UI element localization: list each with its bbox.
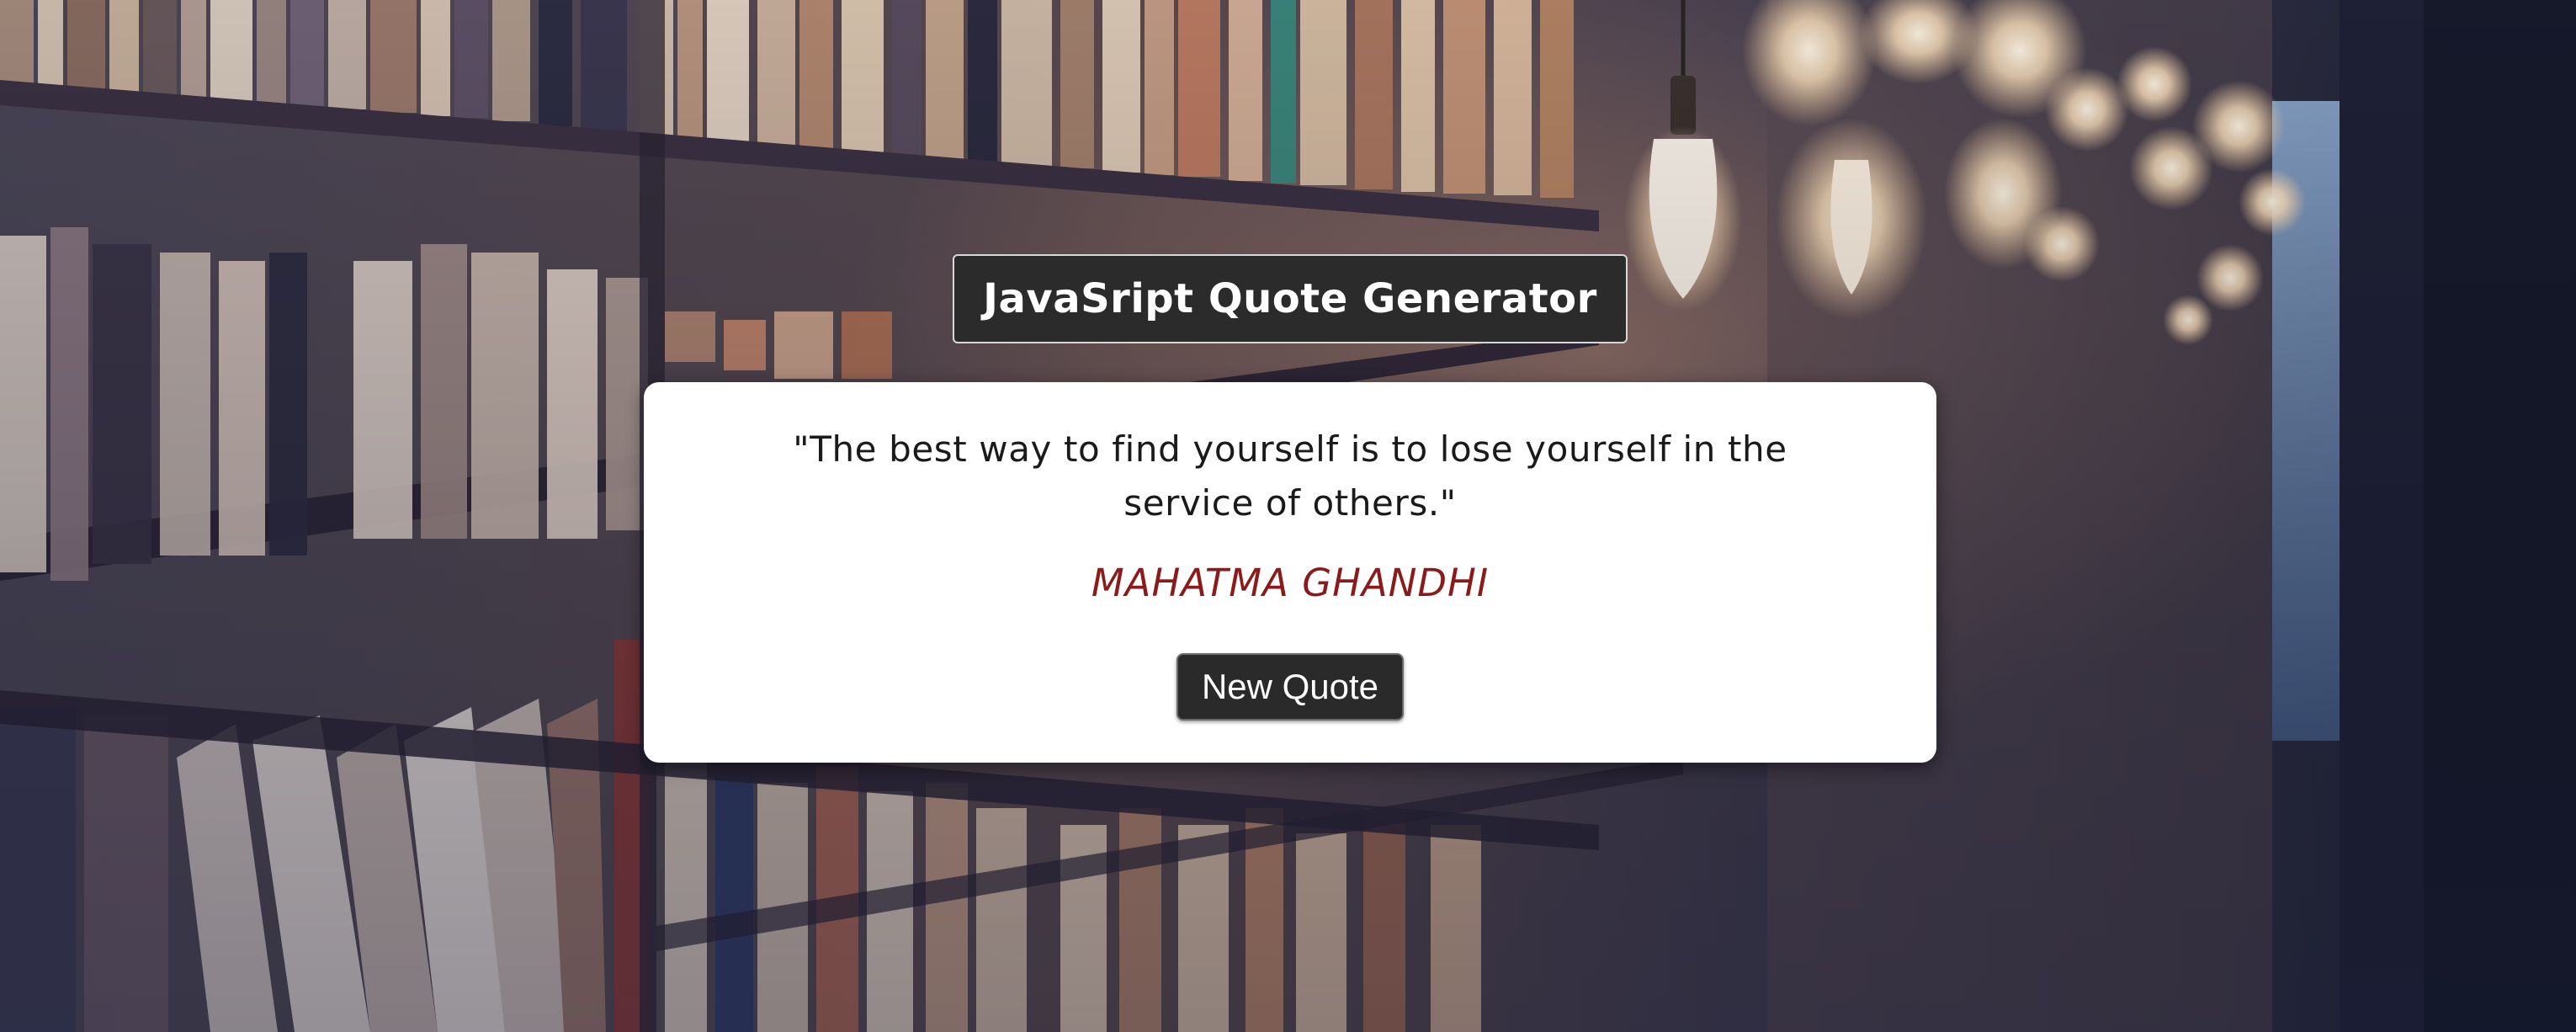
new-quote-button[interactable]: New Quote (1176, 653, 1404, 721)
quote-author: MAHATMA GHANDHI (1091, 561, 1490, 605)
quote-card: "The best way to find yourself is to los… (644, 382, 1936, 763)
quote-text: "The best way to find yourself is to los… (793, 428, 1787, 524)
page-title: JavaSript Quote Generator (953, 254, 1628, 343)
